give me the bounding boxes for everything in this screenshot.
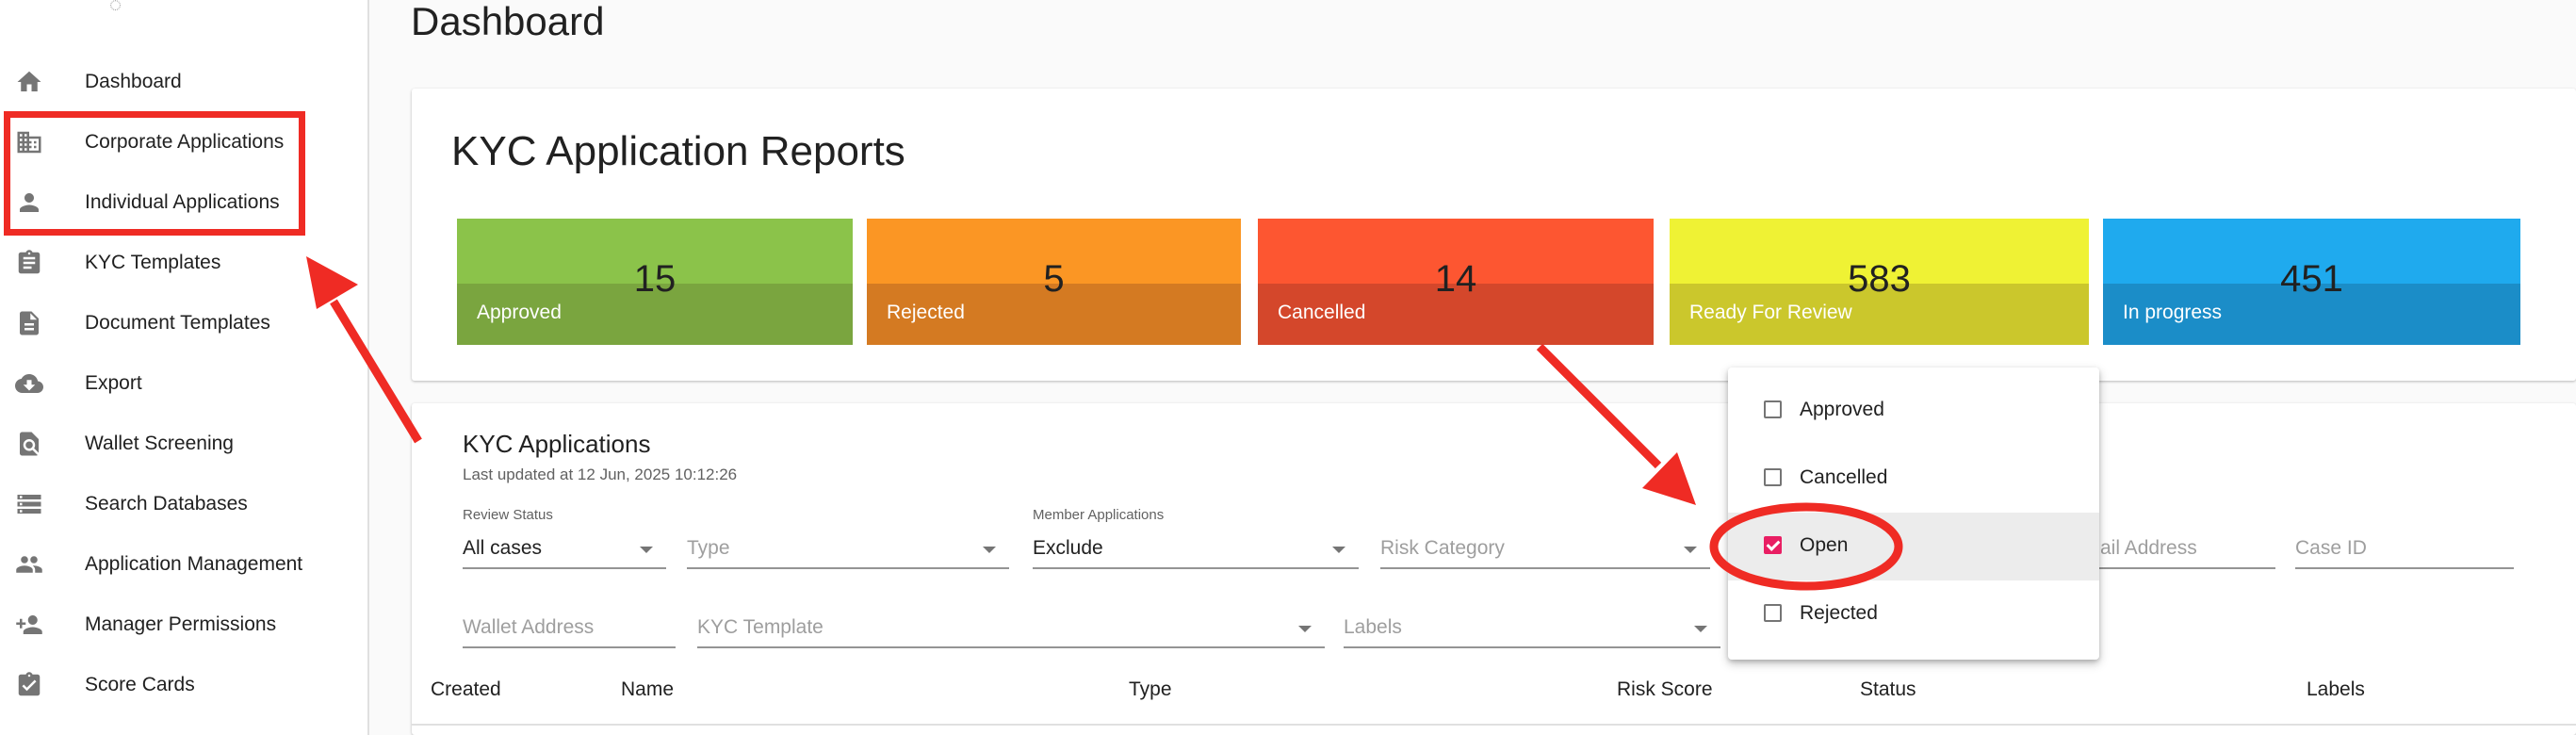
sidebar-item-label: Wallet Screening xyxy=(85,433,234,454)
status-option-label: Approved xyxy=(1800,399,1884,420)
sidebar-item-kyc-templates[interactable]: KYC Templates xyxy=(0,235,367,291)
find-in-page-icon xyxy=(15,430,43,458)
risk-category-select[interactable]: Risk Category xyxy=(1380,533,1710,569)
checkbox-checked-icon[interactable] xyxy=(1764,536,1782,554)
column-header-type[interactable]: Type xyxy=(1129,678,1172,701)
dropdown-caret-icon xyxy=(1694,626,1707,632)
wallet-address-input[interactable]: Wallet Address xyxy=(463,612,676,648)
case-id-input[interactable]: Case ID xyxy=(2295,533,2514,569)
applications-card: KYC Applications Last updated at 12 Jun,… xyxy=(412,403,2576,735)
stat-label: In progress xyxy=(2123,302,2223,323)
reports-title: KYC Application Reports xyxy=(451,128,905,174)
column-header-risk-score[interactable]: Risk Score xyxy=(1617,678,1713,701)
column-header-labels[interactable]: Labels xyxy=(2307,678,2365,701)
checkbox-unchecked-icon[interactable] xyxy=(1764,604,1782,622)
assignment-check-icon xyxy=(15,671,43,699)
status-option-label: Cancelled xyxy=(1800,466,1888,488)
home-icon xyxy=(15,68,43,96)
sidebar-item-label: Document Templates xyxy=(85,312,270,334)
status-option-rejected[interactable]: Rejected xyxy=(1728,580,2099,648)
loading-spinner-icon: ◌ xyxy=(109,0,122,16)
stat-value: 451 xyxy=(2280,258,2343,300)
storage-icon xyxy=(15,490,43,518)
sidebar-item-search-databases[interactable]: Search Databases xyxy=(0,476,367,532)
sidebar-item-label: KYC Templates xyxy=(85,252,221,273)
sidebar-item-label: Score Cards xyxy=(85,674,195,695)
dropdown-caret-icon xyxy=(1332,547,1345,553)
stat-tile-ready-for-review[interactable]: 583 Ready For Review xyxy=(1670,219,2089,345)
stat-label: Approved xyxy=(477,302,562,323)
sidebar-item-document-templates[interactable]: Document Templates xyxy=(0,295,367,351)
status-filter-menu: Approved Cancelled Open Rejected xyxy=(1728,368,2099,660)
sidebar-item-dashboard[interactable]: Dashboard xyxy=(0,54,367,110)
table-divider xyxy=(412,724,2576,726)
stat-value: 14 xyxy=(1434,258,1477,300)
member-applications-value: Exclude xyxy=(1033,537,1103,559)
page-title: Dashboard xyxy=(411,0,605,43)
type-select[interactable]: Type xyxy=(687,533,1009,569)
stat-value: 5 xyxy=(1043,258,1065,300)
last-updated-text: Last updated at 12 Jun, 2025 10:12:26 xyxy=(463,466,738,483)
sidebar-item-label: Dashboard xyxy=(85,71,182,92)
sidebar-item-label: Application Management xyxy=(85,553,303,575)
stat-label: Cancelled xyxy=(1278,302,1366,323)
sidebar-item-application-management[interactable]: Application Management xyxy=(0,536,367,593)
review-status-label: Review Status xyxy=(463,507,553,523)
cloud-download-icon xyxy=(15,369,43,398)
risk-category-placeholder: Risk Category xyxy=(1380,537,1505,559)
applications-title: KYC Applications xyxy=(463,430,651,458)
people-icon xyxy=(15,550,43,579)
status-option-label: Rejected xyxy=(1800,602,1878,624)
dropdown-caret-icon xyxy=(983,547,996,553)
sidebar: ◌ Dashboard Corporate Applications Indiv… xyxy=(0,0,369,735)
stat-tile-in-progress[interactable]: 451 In progress xyxy=(2103,219,2520,345)
reports-card: KYC Application Reports 15 Approved 5 Re… xyxy=(412,89,2576,381)
annotation-highlight-box xyxy=(4,111,305,236)
checkbox-unchecked-icon[interactable] xyxy=(1764,468,1782,486)
sidebar-item-export[interactable]: Export xyxy=(0,355,367,412)
stat-tile-rejected[interactable]: 5 Rejected xyxy=(867,219,1241,345)
status-option-label: Open xyxy=(1800,534,1849,556)
column-header-created[interactable]: Created xyxy=(431,678,501,701)
type-placeholder: Type xyxy=(687,537,730,559)
sidebar-item-manager-permissions[interactable]: Manager Permissions xyxy=(0,596,367,653)
dropdown-caret-icon xyxy=(640,547,653,553)
sidebar-item-label: Manager Permissions xyxy=(85,613,277,635)
email-address-input[interactable]: ail Address xyxy=(2070,533,2275,569)
member-applications-label: Member Applications xyxy=(1033,507,1165,523)
sidebar-item-label: Search Databases xyxy=(85,493,248,514)
status-option-approved[interactable]: Approved xyxy=(1728,377,2099,445)
kyc-template-placeholder: KYC Template xyxy=(697,616,823,638)
stat-value: 15 xyxy=(633,258,677,300)
email-address-placeholder: ail Address xyxy=(2100,537,2197,559)
labels-placeholder: Labels xyxy=(1344,616,1402,638)
stat-value: 583 xyxy=(1848,258,1911,300)
stat-tile-cancelled[interactable]: 14 Cancelled xyxy=(1258,219,1654,345)
clipboard-icon xyxy=(15,249,43,277)
labels-select[interactable]: Labels xyxy=(1344,612,1720,648)
document-icon xyxy=(15,309,43,337)
stat-label: Rejected xyxy=(887,302,965,323)
case-id-placeholder: Case ID xyxy=(2295,537,2367,559)
person-add-icon xyxy=(15,611,43,639)
sidebar-item-wallet-screening[interactable]: Wallet Screening xyxy=(0,416,367,472)
column-header-name[interactable]: Name xyxy=(621,678,674,701)
stat-tile-approved[interactable]: 15 Approved xyxy=(457,219,853,345)
checkbox-unchecked-icon[interactable] xyxy=(1764,400,1782,418)
dropdown-caret-icon xyxy=(1684,547,1697,553)
dropdown-caret-icon xyxy=(1298,626,1312,632)
wallet-address-placeholder: Wallet Address xyxy=(463,616,595,638)
sidebar-item-label: Export xyxy=(85,372,142,394)
column-header-status[interactable]: Status xyxy=(1860,678,1916,701)
sidebar-item-score-cards[interactable]: Score Cards xyxy=(0,657,367,713)
status-option-open[interactable]: Open xyxy=(1728,513,2099,580)
member-applications-select[interactable]: Member Applications Exclude xyxy=(1033,507,1359,569)
stat-label: Ready For Review xyxy=(1689,302,1852,323)
kyc-template-select[interactable]: KYC Template xyxy=(697,612,1325,648)
status-option-cancelled[interactable]: Cancelled xyxy=(1728,445,2099,513)
review-status-value: All cases xyxy=(463,537,543,559)
review-status-select[interactable]: Review Status All cases xyxy=(463,507,666,569)
